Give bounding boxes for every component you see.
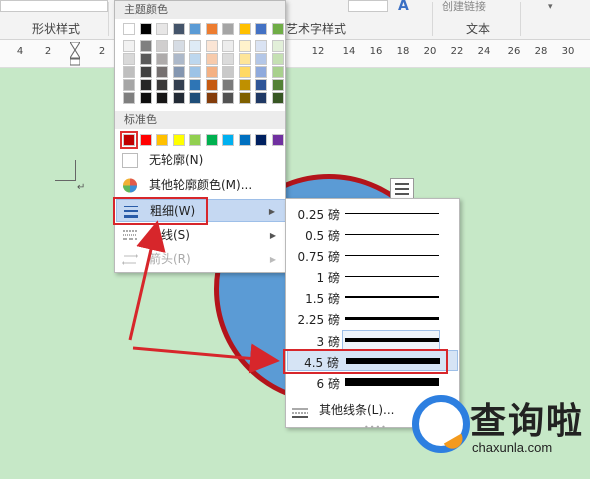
arrow-to-selected-weight xyxy=(132,343,280,374)
watermark-brand: 查询啦 xyxy=(470,401,585,442)
search-logo-icon xyxy=(412,395,470,453)
arrow-to-weight-item xyxy=(128,220,166,341)
watermark-url: chaxunla.com xyxy=(472,440,553,455)
